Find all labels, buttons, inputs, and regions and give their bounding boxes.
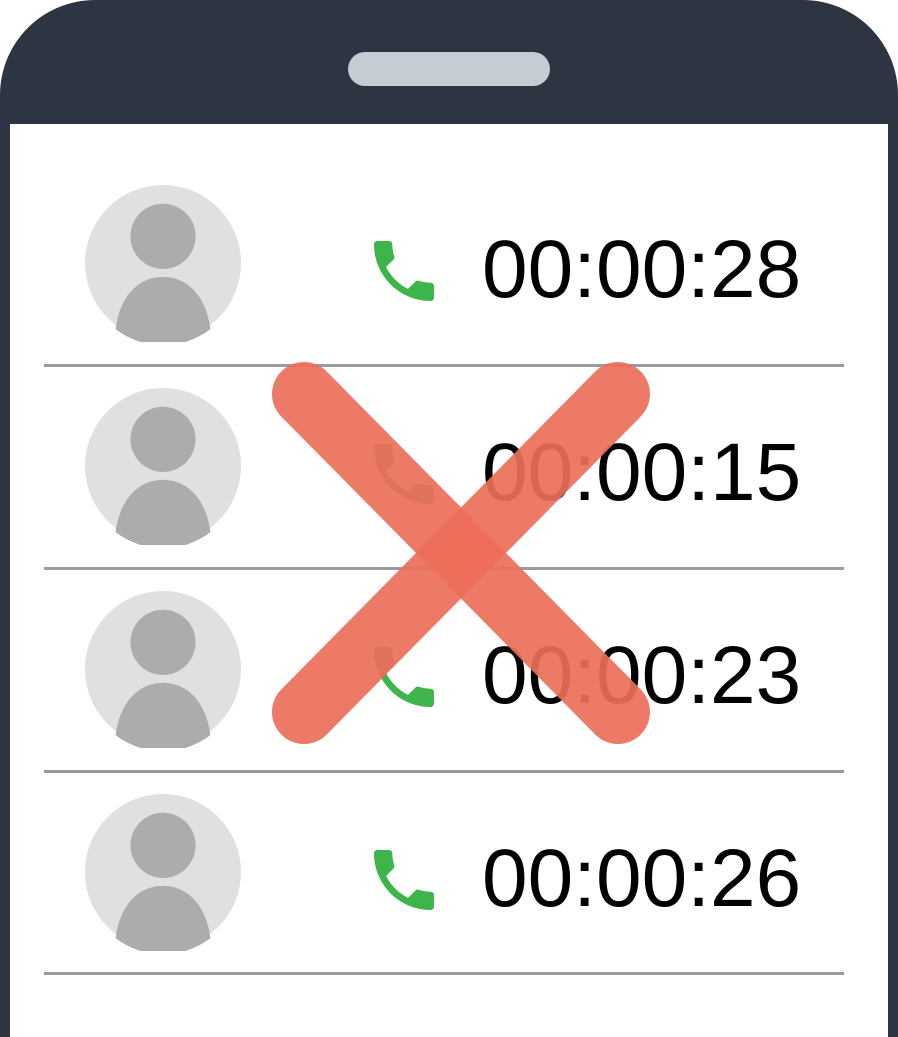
call-log-screen: 00:00:28 00:00:15 00:00:23 00:00:26 — [10, 124, 888, 1037]
phone-handset-icon — [374, 647, 434, 707]
row-divider — [44, 972, 844, 975]
call-duration: 00:00:28 — [482, 224, 802, 315]
phone-handset-icon — [374, 444, 434, 504]
call-log-entry[interactable]: 00:00:23 — [44, 570, 844, 770]
call-duration: 00:00:26 — [482, 833, 802, 924]
call-log-entry[interactable]: 00:00:28 — [44, 164, 844, 364]
user-avatar-icon — [84, 793, 242, 951]
user-avatar-icon — [84, 590, 242, 748]
user-avatar-icon — [84, 387, 242, 545]
phone-frame: 00:00:28 00:00:15 00:00:23 00:00:26 — [0, 0, 898, 1037]
call-log-entry[interactable]: 00:00:15 — [44, 367, 844, 567]
phone-handset-icon — [374, 241, 434, 301]
call-duration: 00:00:23 — [482, 630, 802, 721]
phone-speaker — [348, 52, 550, 86]
call-duration: 00:00:15 — [482, 427, 802, 518]
user-avatar-icon — [84, 184, 242, 342]
call-log-entry[interactable]: 00:00:26 — [44, 773, 844, 973]
phone-handset-icon — [374, 850, 434, 910]
